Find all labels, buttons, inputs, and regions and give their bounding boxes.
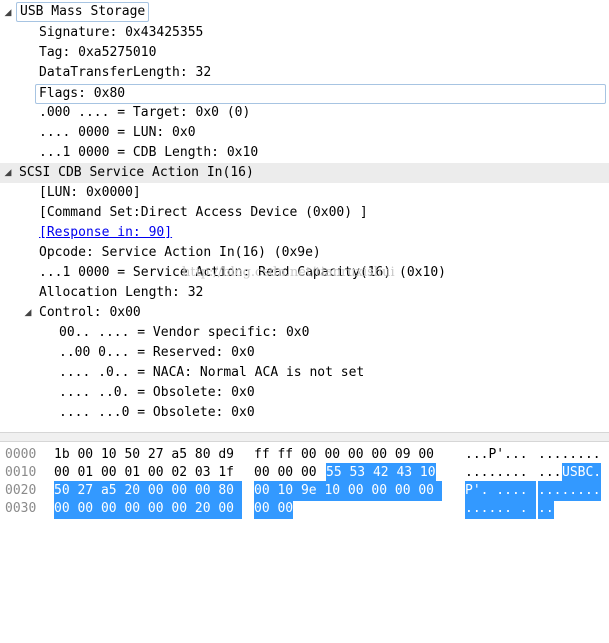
tree-row-opcode[interactable]: Opcode: Service Action In(16) (0x9e) [0,243,609,263]
field-service-action: ...1 0000 = Service Action: Read Capacit… [39,265,446,280]
hex-bytes: 1b 00 10 50 27 a5 80 d9 [54,447,235,462]
hex-row[interactable]: 0000 1b 00 10 50 27 a5 80 d9 ff ff 00 00… [0,445,609,465]
packet-details-tree: ◢ USB Mass Storage Signature: 0x43425355… [0,0,609,432]
tree-row-data-transfer-length[interactable]: DataTransferLength: 32 [0,63,609,83]
field-control: Control: 0x00 [39,305,141,320]
hex-bytes: ff ff 00 00 00 00 09 00 [254,447,435,462]
ascii-bytes: ........ [538,447,601,462]
tree-row-vendor-specific[interactable]: 00.. .... = Vendor specific: 0x0 [0,323,609,343]
packet-bytes-pane: 0000 1b 00 10 50 27 a5 80 d9 ff ff 00 00… [0,442,609,531]
expanded-triangle-icon[interactable]: ◢ [2,3,14,23]
response-in-link[interactable]: [Response in: 90] [39,223,172,243]
hex-offset: 0010 [5,465,37,480]
tree-row-obsolete-1[interactable]: .... ..0. = Obsolete: 0x0 [0,383,609,403]
tree-row-usb-mass-storage[interactable]: ◢ USB Mass Storage [0,2,609,23]
tree-row-control[interactable]: ◢ Control: 0x00 [0,303,609,323]
hex-row[interactable]: 0020 50 27 a5 20 00 00 00 80 00 10 9e 10… [0,481,609,501]
field-cdb-length: ...1 0000 = CDB Length: 0x10 [39,145,259,160]
hex-bytes-selected: 00 00 00 00 00 00 20 00 [54,499,243,519]
field-scsi-lun: [LUN: 0x0000] [39,185,141,200]
tree-row-allocation-length[interactable]: Allocation Length: 32 [0,283,609,303]
field-obsolete-0: .... ...0 = Obsolete: 0x0 [59,405,255,420]
field-allocation-length: Allocation Length: 32 [39,285,204,300]
hex-offset: 0030 [5,501,37,516]
tree-row-lun[interactable]: .... 0000 = LUN: 0x0 [0,123,609,143]
field-target: .000 .... = Target: 0x0 (0) [39,105,251,120]
ascii-bytes-selected: ...... . [465,499,536,519]
field-tag: Tag: 0xa5275010 [39,45,157,60]
expanded-triangle-icon[interactable]: ◢ [22,303,34,323]
hex-offset: 0020 [5,483,37,498]
tree-header-scsi: SCSI CDB Service Action In(16) [19,165,254,180]
hex-bytes-selected: 00 00 [254,499,294,519]
tree-row-scsi-cdb[interactable]: ◢ SCSI CDB Service Action In(16) [0,163,609,183]
field-vendor-specific: 00.. .... = Vendor specific: 0x0 [59,325,310,340]
ascii-bytes-selected: .. [538,499,554,519]
hex-row[interactable]: 0010 00 01 00 01 00 02 03 1f 00 00 00 55… [0,463,609,483]
ascii-bytes: ... [538,465,562,480]
field-lun: .... 0000 = LUN: 0x0 [39,125,196,140]
tree-row-naca[interactable]: .... .0.. = NACA: Normal ACA is not set [0,363,609,383]
field-reserved: ..00 0... = Reserved: 0x0 [59,345,255,360]
hex-bytes-selected: 00 10 9e 10 00 00 00 00 [254,481,443,501]
pane-splitter[interactable] [0,432,609,442]
ascii-bytes-selected: P'. .... [465,481,536,501]
hex-bytes: 00 01 00 01 00 02 03 1f [54,465,235,480]
field-naca: .... .0.. = NACA: Normal ACA is not set [59,365,365,380]
ascii-bytes: ...P'... [465,447,528,462]
tree-row-service-action[interactable]: ...1 0000 = Service Action: Read Capacit… [0,263,609,283]
hex-offset: 0000 [5,447,37,462]
field-flags: Flags: 0x80 [35,84,606,104]
expanded-triangle-icon[interactable]: ◢ [2,163,14,183]
field-opcode: Opcode: Service Action In(16) (0x9e) [39,245,321,260]
tree-header-usb: USB Mass Storage [16,2,150,22]
field-command-set: [Command Set:Direct Access Device (0x00)… [39,205,368,220]
tree-row-reserved[interactable]: ..00 0... = Reserved: 0x0 [0,343,609,363]
hex-bytes-selected: 55 53 42 43 10 [326,463,436,483]
tree-row-target[interactable]: .000 .... = Target: 0x0 (0) [0,103,609,123]
tree-row-signature[interactable]: Signature: 0x43425355 [0,23,609,43]
tree-row-tag[interactable]: Tag: 0xa5275010 [0,43,609,63]
tree-row-obsolete-0[interactable]: .... ...0 = Obsolete: 0x0 [0,403,609,423]
ascii-bytes-selected: ........ [538,481,601,501]
hex-row[interactable]: 0030 00 00 00 00 00 00 20 00 00 00 .....… [0,499,609,519]
field-signature: Signature: 0x43425355 [39,25,204,40]
hex-bytes: 00 00 00 [254,465,317,480]
tree-row-response-in[interactable]: [Response in: 90] [0,223,609,243]
tree-row-cdb-length[interactable]: ...1 0000 = CDB Length: 0x10 [0,143,609,163]
field-obsolete-1: .... ..0. = Obsolete: 0x0 [59,385,255,400]
field-data-transfer-length: DataTransferLength: 32 [39,65,212,80]
ascii-bytes-selected: USBC. [562,463,602,483]
tree-row-scsi-lun[interactable]: [LUN: 0x0000] [0,183,609,203]
hex-bytes-selected: 50 27 a5 20 00 00 00 80 [54,481,243,501]
tree-row-flags[interactable]: Flags: 0x80 [0,83,609,104]
ascii-bytes: ........ [465,465,528,480]
tree-row-command-set[interactable]: [Command Set:Direct Access Device (0x00)… [0,203,609,223]
